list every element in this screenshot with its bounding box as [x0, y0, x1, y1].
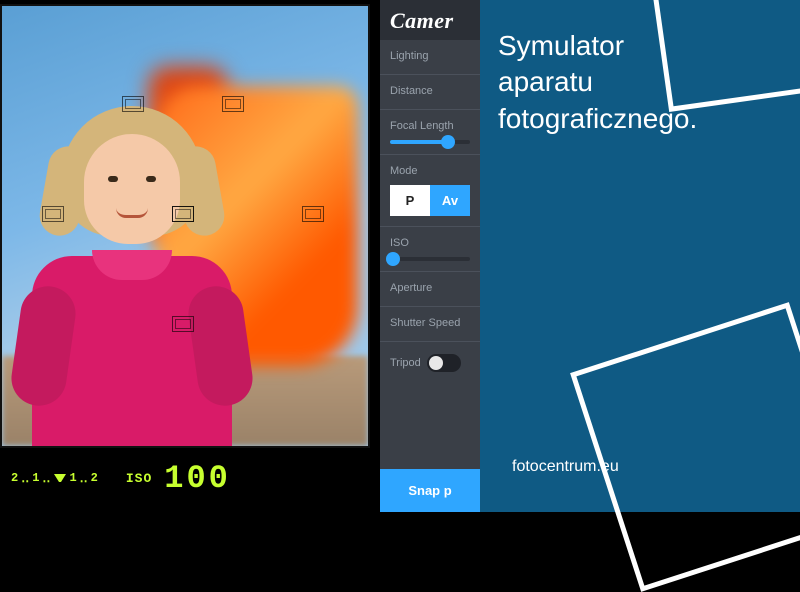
scene-subject: [32, 86, 232, 446]
aperture-group: Aperture: [380, 272, 480, 307]
focal-length-slider[interactable]: [390, 140, 470, 144]
mode-av-button[interactable]: Av: [430, 185, 470, 216]
app-title: Camer: [380, 0, 480, 40]
settings-panel: Camer Lighting Distance Focal Length Mod…: [380, 0, 480, 512]
focal-length-label: Focal Length: [390, 120, 470, 132]
focal-length-group: Focal Length: [380, 110, 480, 155]
af-point-icon: [302, 206, 324, 222]
subject-face: [84, 134, 180, 244]
exposure-marker-icon: [54, 474, 66, 482]
tripod-toggle[interactable]: [427, 354, 461, 372]
mode-p-button[interactable]: P: [390, 185, 430, 216]
distance-label: Distance: [390, 85, 470, 97]
mode-label: Mode: [390, 165, 470, 177]
iso-group: ISO: [380, 227, 480, 272]
af-point-icon: [222, 96, 244, 112]
iso-label: ISO: [390, 237, 470, 249]
mode-group: Mode P Av: [380, 155, 480, 227]
af-point-icon: [122, 96, 144, 112]
lighting-group: Lighting: [380, 40, 480, 75]
distance-group: Distance: [380, 75, 480, 110]
viewfinder-readout: 2 ‥ 1 ‥ 1 ‥ 2 ISO 100: [0, 452, 370, 504]
shutter-group: Shutter Speed: [380, 307, 480, 342]
slider-thumb-icon[interactable]: [386, 252, 400, 266]
toggle-knob-icon: [429, 356, 443, 370]
preview-scene: [2, 6, 368, 446]
viewfinder-preview: [0, 4, 370, 448]
tripod-group: Tripod: [380, 342, 480, 386]
promo-site-url: fotocentrum.eu: [512, 458, 619, 476]
lighting-label: Lighting: [390, 50, 470, 62]
exposure-scale: 2 ‥ 1 ‥ 1 ‥ 2: [10, 471, 100, 486]
readout-iso-label: ISO: [126, 471, 152, 486]
af-point-icon: [42, 206, 64, 222]
mode-selector: P Av: [390, 185, 470, 216]
slider-thumb-icon[interactable]: [441, 135, 455, 149]
decorative-rect-icon: [653, 0, 800, 112]
camera-viewfinder: 2 ‥ 1 ‥ 1 ‥ 2 ISO 100: [0, 0, 380, 512]
af-point-icon: [172, 316, 194, 332]
aperture-label: Aperture: [390, 282, 470, 294]
subject-shirt: [32, 256, 232, 446]
af-point-center-icon: [172, 206, 194, 222]
shutter-label: Shutter Speed: [390, 317, 470, 329]
tripod-label: Tripod: [390, 357, 421, 369]
iso-slider[interactable]: [390, 257, 470, 261]
decorative-rect-icon: [570, 302, 800, 592]
promo-banner: Symulator aparatu fotograficznego. fotoc…: [480, 0, 800, 512]
readout-iso-value: 100: [164, 460, 231, 497]
snap-photo-button[interactable]: Snap p: [380, 469, 480, 512]
